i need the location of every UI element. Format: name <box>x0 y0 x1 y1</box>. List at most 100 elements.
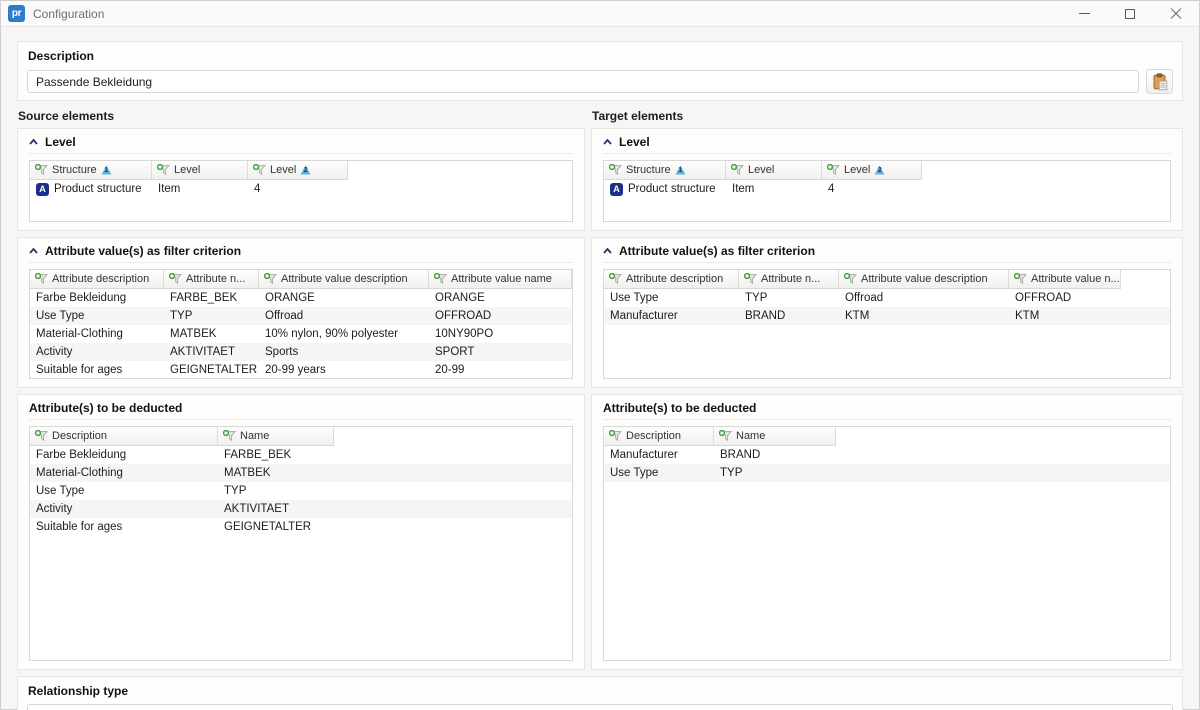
section-title: Level <box>619 135 650 149</box>
filter-funnel-icon[interactable] <box>169 273 182 285</box>
relationship-label: Relationship type <box>28 684 1173 698</box>
relationship-panel: Relationship type Matching clothing <box>17 676 1183 710</box>
column-header-attribute-description[interactable]: Attribute description <box>604 270 739 289</box>
column-header-level[interactable]: Level2 <box>822 161 922 180</box>
table-cell: AProduct structure <box>30 183 152 196</box>
table-cell: TYP <box>739 292 839 304</box>
table-cell: 4 <box>822 183 922 195</box>
relationship-select[interactable]: Matching clothing <box>27 704 1173 710</box>
target-level-header[interactable]: Level <box>603 129 1171 154</box>
table-row[interactable]: AProduct structureItem4 <box>30 180 572 198</box>
clipboard-paste-icon <box>1151 73 1169 91</box>
minimize-icon <box>1079 13 1090 14</box>
column-header-name[interactable]: Name <box>218 427 334 446</box>
table-header-row: DescriptionName <box>604 427 1170 446</box>
source-filter-header[interactable]: Attribute value(s) as filter criterion <box>29 238 573 263</box>
column-header-structure[interactable]: Structure1 <box>604 161 726 180</box>
source-level-table: Structure1LevelLevel2AProduct structureI… <box>29 160 573 222</box>
table-row[interactable]: Use TypeTYPOffroadOFFROAD <box>604 289 1170 307</box>
filter-funnel-icon[interactable] <box>35 430 48 442</box>
collapse-chevron-up-icon[interactable] <box>29 139 38 145</box>
table-cell: Farbe Bekleidung <box>30 292 164 304</box>
table-row[interactable]: Farbe BekleidungFARBE_BEK <box>30 446 572 464</box>
filter-funnel-icon[interactable] <box>35 164 48 176</box>
description-input[interactable] <box>27 70 1139 93</box>
column-header-description[interactable]: Description <box>604 427 714 446</box>
table-cell: ORANGE <box>259 292 429 304</box>
target-deduct-table: DescriptionNameManufacturerBRANDUse Type… <box>603 426 1171 661</box>
table-row[interactable]: Use TypeTYP <box>604 464 1170 482</box>
column-header-label: Level <box>748 164 774 176</box>
target-level-section: Level Structure1LevelLevel2AProduct stru… <box>591 128 1183 231</box>
filter-funnel-icon[interactable] <box>744 273 757 285</box>
filter-funnel-icon[interactable] <box>253 164 266 176</box>
table-row[interactable]: Use TypeTYP <box>30 482 572 500</box>
filter-funnel-icon[interactable] <box>719 430 732 442</box>
table-cell: Item <box>152 183 248 195</box>
structure-type-a-icon: A <box>610 183 623 196</box>
table-cell: OFFROAD <box>429 310 572 322</box>
collapse-chevron-up-icon[interactable] <box>603 248 612 254</box>
table-row[interactable]: Suitable for agesGEIGNETALTER <box>30 518 572 536</box>
table-row[interactable]: ActivityAKTIVITAETSportsSPORT <box>30 343 572 361</box>
filter-funnel-icon[interactable] <box>827 164 840 176</box>
table-cell: Offroad <box>839 292 1009 304</box>
column-header-attribute-value-n-[interactable]: Attribute value n... <box>1009 270 1121 289</box>
table-cell: Material-Clothing <box>30 467 218 479</box>
filter-funnel-icon[interactable] <box>264 273 277 285</box>
filter-funnel-icon[interactable] <box>434 273 447 285</box>
filter-funnel-icon[interactable] <box>609 430 622 442</box>
column-header-label: Name <box>240 430 269 442</box>
column-header-label: Attribute n... <box>761 273 820 285</box>
table-cell: TYP <box>714 467 836 479</box>
minimize-button[interactable] <box>1061 1 1107 26</box>
filter-funnel-icon[interactable] <box>157 164 170 176</box>
section-title: Attribute value(s) as filter criterion <box>619 244 815 258</box>
column-header-attribute-n-[interactable]: Attribute n... <box>164 270 259 289</box>
table-row[interactable]: Material-ClothingMATBEK <box>30 464 572 482</box>
column-header-label: Level <box>844 164 870 176</box>
window-controls <box>1061 1 1199 26</box>
table-cell: Manufacturer <box>604 449 714 461</box>
table-row[interactable]: Suitable for agesGEIGNETALTER20-99 years… <box>30 361 572 379</box>
filter-funnel-icon[interactable] <box>609 273 622 285</box>
column-header-attribute-value-description[interactable]: Attribute value description <box>839 270 1009 289</box>
target-filter-header[interactable]: Attribute value(s) as filter criterion <box>603 238 1171 263</box>
filter-funnel-icon[interactable] <box>844 273 857 285</box>
filter-funnel-icon[interactable] <box>1014 273 1027 285</box>
collapse-chevron-up-icon[interactable] <box>603 139 612 145</box>
column-header-attribute-description[interactable]: Attribute description <box>30 270 164 289</box>
table-row[interactable]: ManufacturerBRAND <box>604 446 1170 464</box>
column-header-description[interactable]: Description <box>30 427 218 446</box>
table-row[interactable]: AProduct structureItem4 <box>604 180 1170 198</box>
table-row[interactable]: Material-ClothingMATBEK10% nylon, 90% po… <box>30 325 572 343</box>
filter-funnel-icon[interactable] <box>609 164 622 176</box>
column-header-attribute-value-description[interactable]: Attribute value description <box>259 270 429 289</box>
column-header-level[interactable]: Level <box>726 161 822 180</box>
elements-columns: Source elements Level Structure1LevelLev… <box>17 109 1183 676</box>
source-filter-table: Attribute descriptionAttribute n...Attri… <box>29 269 573 379</box>
table-cell: TYP <box>218 485 334 497</box>
filter-funnel-icon[interactable] <box>223 430 236 442</box>
column-header-structure[interactable]: Structure1 <box>30 161 152 180</box>
column-header-attribute-n-[interactable]: Attribute n... <box>739 270 839 289</box>
table-cell: Item <box>726 183 822 195</box>
table-row[interactable]: ActivityAKTIVITAET <box>30 500 572 518</box>
column-header-level[interactable]: Level <box>152 161 248 180</box>
table-row[interactable]: ManufacturerBRANDKTMKTM <box>604 307 1170 325</box>
filter-funnel-icon[interactable] <box>35 273 48 285</box>
paste-button[interactable] <box>1146 69 1173 94</box>
column-header-attribute-value-name[interactable]: Attribute value name <box>429 270 572 289</box>
description-label: Description <box>28 49 1173 63</box>
collapse-chevron-up-icon[interactable] <box>29 248 38 254</box>
table-row[interactable]: Use TypeTYPOffroadOFFROAD <box>30 307 572 325</box>
filter-funnel-icon[interactable] <box>731 164 744 176</box>
table-cell: MATBEK <box>218 467 334 479</box>
close-button[interactable] <box>1153 1 1199 26</box>
maximize-button[interactable] <box>1107 1 1153 26</box>
column-header-level[interactable]: Level2 <box>248 161 348 180</box>
column-header-name[interactable]: Name <box>714 427 836 446</box>
description-panel: Description <box>17 41 1183 101</box>
table-row[interactable]: Farbe BekleidungFARBE_BEKORANGEORANGE <box>30 289 572 307</box>
source-level-header[interactable]: Level <box>29 129 573 154</box>
